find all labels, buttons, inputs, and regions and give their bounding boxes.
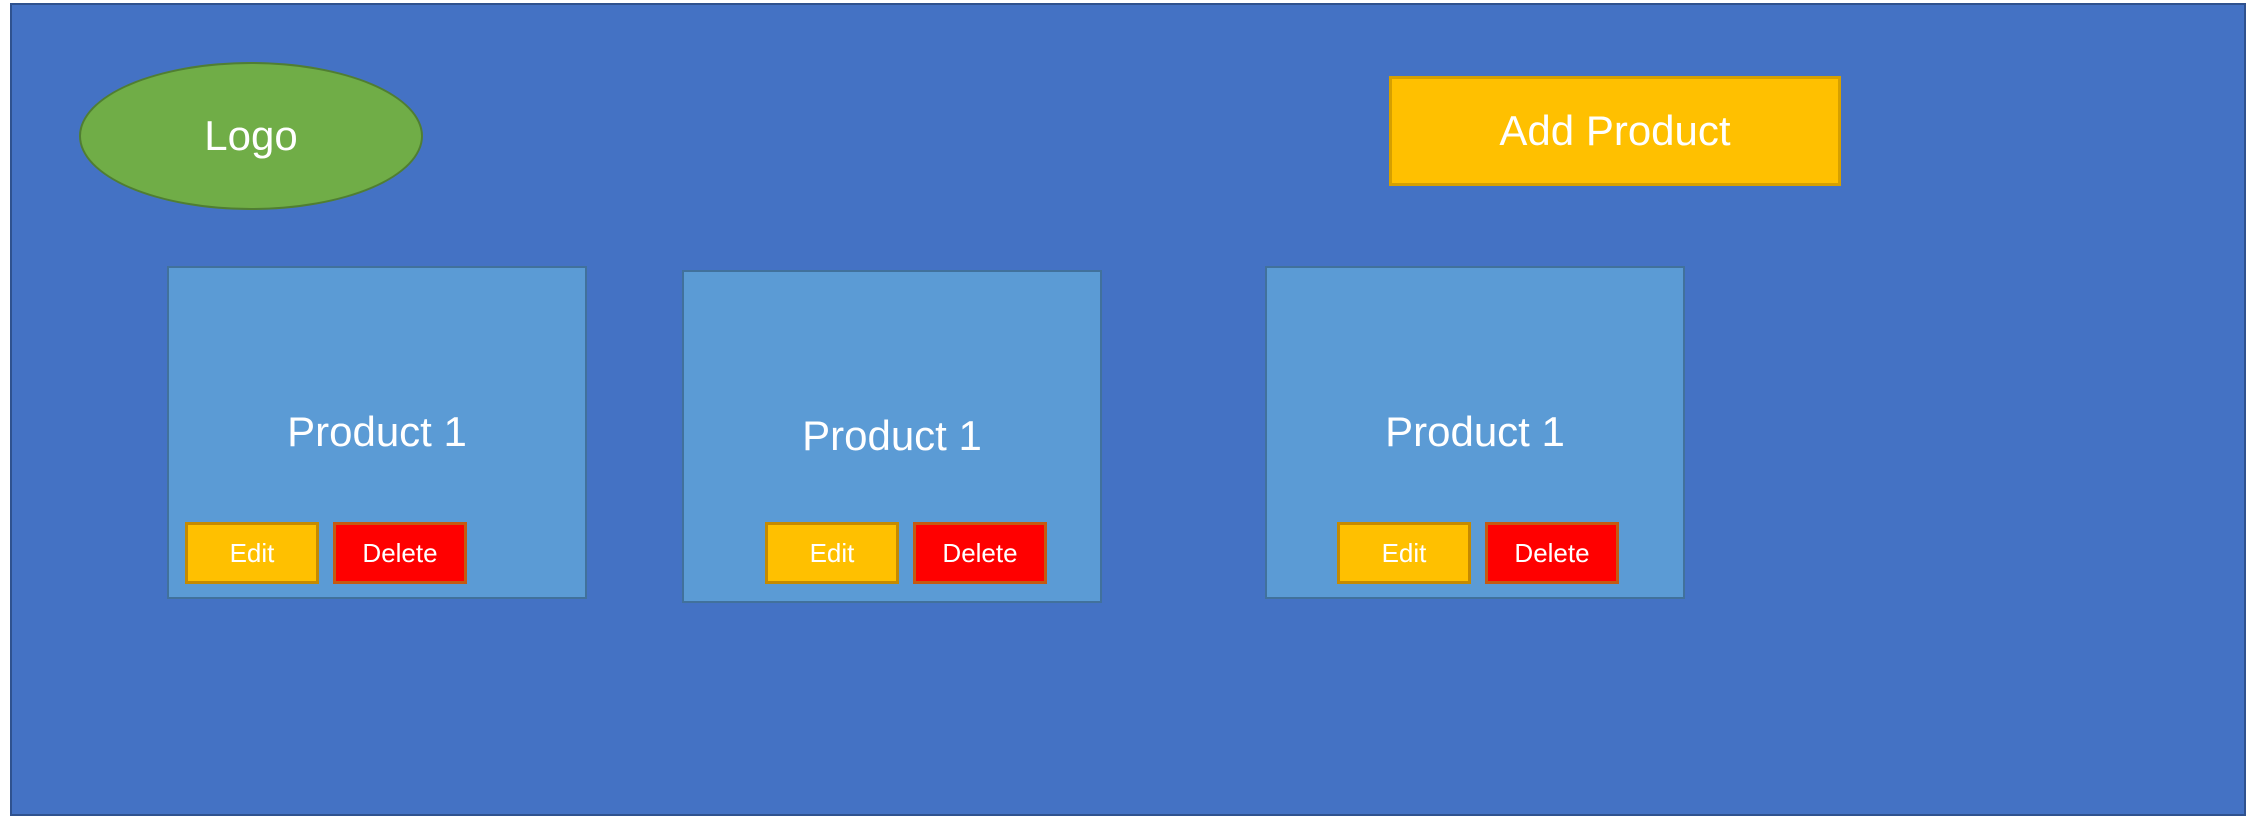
logo: Logo (79, 62, 423, 210)
product-card: Product 1 Edit Delete (167, 266, 587, 599)
product-card: Product 1 Edit Delete (682, 270, 1102, 603)
delete-button[interactable]: Delete (913, 522, 1047, 584)
product-title: Product 1 (802, 412, 982, 459)
page-canvas: Logo Add Product Product 1 Edit Delete P… (10, 3, 2246, 816)
delete-button[interactable]: Delete (1485, 522, 1619, 584)
logo-label: Logo (204, 112, 298, 159)
edit-button[interactable]: Edit (1337, 522, 1471, 584)
delete-label: Delete (362, 537, 438, 568)
product-title: Product 1 (1385, 408, 1565, 455)
edit-label: Edit (229, 537, 275, 568)
add-product-button[interactable]: Add Product (1389, 76, 1841, 186)
product-title: Product 1 (287, 408, 467, 455)
product-card: Product 1 Edit Delete (1265, 266, 1685, 599)
edit-label: Edit (809, 537, 855, 568)
delete-button[interactable]: Delete (333, 522, 467, 584)
delete-label: Delete (1514, 537, 1590, 568)
edit-button[interactable]: Edit (185, 522, 319, 584)
add-product-label: Add Product (1499, 107, 1731, 154)
edit-label: Edit (1381, 537, 1427, 568)
delete-label: Delete (942, 537, 1018, 568)
edit-button[interactable]: Edit (765, 522, 899, 584)
